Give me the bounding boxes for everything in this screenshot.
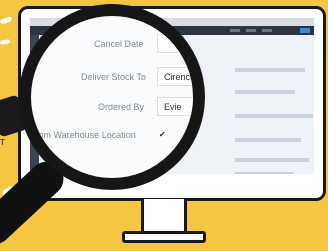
ordered-by-field[interactable]: Evie — [157, 97, 193, 116]
content-row — [235, 172, 293, 174]
deliver-stock-label: Deliver Stock To — [81, 72, 146, 82]
toolbar-item — [246, 29, 256, 32]
toolbar-item — [230, 29, 240, 32]
decorative-shape — [0, 39, 11, 45]
content-row — [235, 68, 305, 72]
toolbar-item — [262, 29, 272, 32]
content-row — [235, 138, 301, 142]
cancel-date-field[interactable] — [157, 34, 193, 53]
monitor-stand-base — [122, 231, 206, 243]
content-row — [235, 114, 313, 118]
cancel-date-label: Cancel Date — [94, 39, 144, 49]
toolbar-action-button[interactable] — [300, 28, 310, 33]
decorative-shape — [0, 16, 13, 25]
from-warehouse-label: From Warehouse Location — [31, 130, 136, 140]
magnifier-lens: Cancel Date Deliver Stock To Cirencester… — [31, 16, 193, 178]
content-row — [235, 158, 309, 162]
monitor-stand-neck — [141, 199, 187, 233]
checkmark-icon[interactable]: ✔ — [159, 130, 166, 139]
content-row — [235, 90, 295, 94]
ordered-by-label: Ordered By — [98, 102, 145, 112]
outer-text-fragment: T — [0, 138, 5, 147]
deliver-stock-select[interactable]: Cirencester — [157, 67, 193, 86]
